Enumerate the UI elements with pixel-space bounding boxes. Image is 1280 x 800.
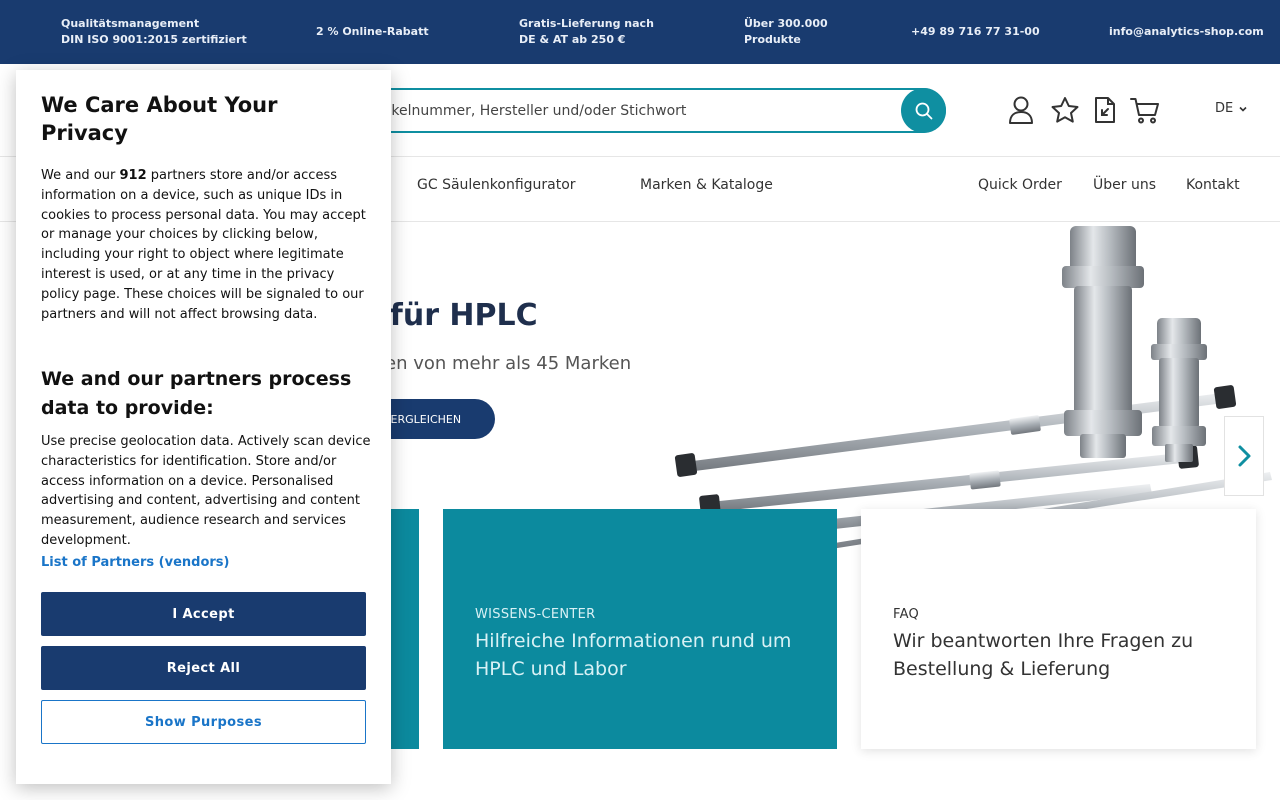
cart-icon	[1130, 98, 1159, 124]
partners-list-link[interactable]: List of Partners (vendors)	[41, 555, 229, 570]
chevron-down-icon	[1239, 106, 1247, 112]
topbar-shipping: Gratis-Lieferung nach DE & AT ab 250 €	[519, 16, 654, 48]
hplc-columns-image	[674, 226, 1272, 552]
card-title: Wir beantworten Ihre Fragen zu Bestellun…	[893, 630, 1194, 680]
hero-subtitle: en von mehr als 45 Marken	[385, 353, 632, 374]
consent-purposes-text: Use precise geolocation data. Actively s…	[41, 434, 371, 548]
topbar-products: Über 300.000 Produkte	[744, 16, 828, 48]
nav-brands-catalogs[interactable]: Marken & Kataloge	[640, 177, 773, 193]
cart-button[interactable]	[1129, 94, 1161, 126]
topbar-products-line2: Produkte	[744, 33, 801, 46]
search-icon	[915, 102, 932, 119]
feature-card-faq[interactable]: FAQ Wir beantworten Ihre Fragen zu Beste…	[861, 509, 1256, 749]
quote-download-button[interactable]	[1089, 94, 1121, 126]
search-input[interactable]	[382, 90, 892, 131]
topbar-quality-line2: DIN ISO 9001:2015 zertifiziert	[61, 33, 247, 46]
accept-button[interactable]: I Accept	[41, 592, 366, 636]
user-icon	[1009, 96, 1033, 124]
feature-card-knowledge-center[interactable]: WISSENS-CENTER Hilfreiche Informationen …	[443, 509, 837, 749]
topbar-products-line1: Über 300.000	[744, 17, 828, 30]
search-bar	[360, 88, 946, 133]
consent-purposes-title: We and our partners process data to prov…	[41, 368, 352, 419]
nav-contact[interactable]: Kontakt	[1186, 177, 1240, 193]
topbar-quality: Qualitätsmanagement DIN ISO 9001:2015 ze…	[61, 16, 247, 48]
consent-intro-prefix: We and our	[41, 168, 120, 183]
topbar-discount: 2 % Online-Rabatt	[316, 25, 429, 38]
topbar-shipping-line1: Gratis-Lieferung nach	[519, 17, 654, 30]
document-download-icon	[1095, 97, 1115, 123]
reject-all-button[interactable]: Reject All	[41, 646, 366, 690]
consent-intro: We and our 912 partners store and/or acc…	[41, 166, 371, 324]
nav-about-us[interactable]: Über uns	[1093, 177, 1156, 193]
top-info-bar: Qualitätsmanagement DIN ISO 9001:2015 ze…	[0, 0, 1280, 64]
topbar-phone-link[interactable]: +49 89 716 77 31-00	[911, 24, 1040, 40]
topbar-shipping-line2: DE & AT ab 250 €	[519, 33, 626, 46]
chevron-right-icon	[1238, 445, 1251, 467]
card-title: Hilfreiche Informationen rund um HPLC un…	[475, 630, 792, 680]
search-button[interactable]	[901, 88, 946, 133]
topbar-quality-line1: Qualitätsmanagement	[61, 17, 200, 30]
star-icon	[1051, 97, 1079, 123]
privacy-consent-dialog: We Care About Your Privacy We and our 91…	[16, 70, 391, 784]
nav-gc-column-configurator[interactable]: GC Säulenkonfigurator	[417, 177, 576, 193]
language-switcher[interactable]: DE	[1215, 101, 1247, 116]
consent-partner-count: 912	[119, 168, 147, 183]
hero-compare-label: VERGLEICHEN	[383, 412, 462, 426]
hplc-guard-cartridge-large	[1062, 226, 1144, 458]
card-kicker: WISSENS-CENTER	[475, 607, 596, 622]
consent-intro-suffix: partners store and/or access information…	[41, 168, 366, 322]
wishlist-button[interactable]	[1049, 94, 1081, 126]
consent-title: We Care About Your Privacy	[41, 93, 278, 145]
slider-next-button[interactable]	[1224, 416, 1264, 496]
show-purposes-button[interactable]: Show Purposes	[41, 700, 366, 744]
nav-quick-order[interactable]: Quick Order	[978, 177, 1062, 193]
hplc-guard-cartridge-small	[1151, 318, 1207, 462]
language-label: DE	[1215, 101, 1234, 116]
card-kicker: FAQ	[893, 607, 920, 622]
topbar-email-link[interactable]: info@analytics-shop.com	[1109, 24, 1264, 40]
account-button[interactable]	[1005, 94, 1037, 126]
